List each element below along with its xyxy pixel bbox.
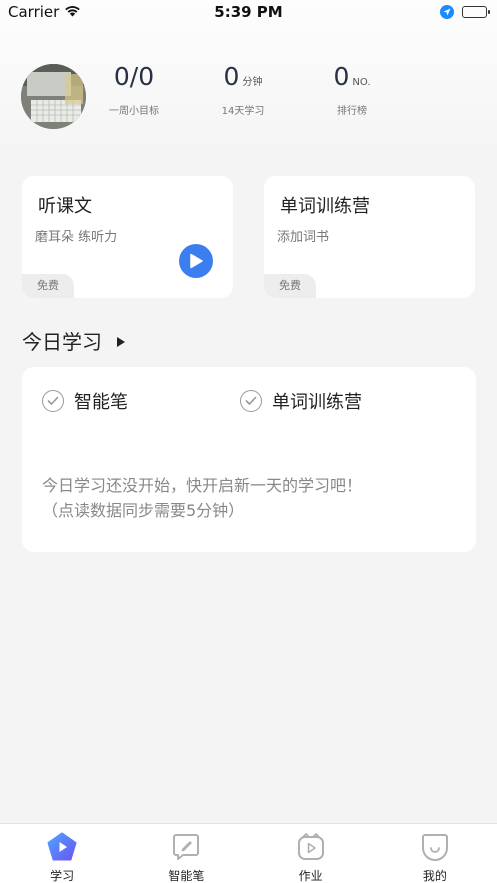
status-right-group (440, 5, 490, 19)
study-icon (47, 832, 77, 862)
study-minutes-unit: 分钟 (242, 77, 263, 88)
status-time: 5:39 PM (214, 3, 283, 21)
study-minutes-value: 0 (223, 62, 240, 91)
listen-text-card[interactable]: 听课文 磨耳朵 练听力 免费 (22, 176, 233, 298)
location-icon (440, 5, 454, 19)
tab-study[interactable]: 学习 (0, 824, 124, 883)
ranking-label: 排行榜 (337, 106, 367, 117)
card-subtitle: 磨耳朵 练听力 (35, 230, 118, 245)
tab-profile[interactable]: 我的 (373, 824, 497, 883)
today-empty-message-line2: （点读数据同步需要5分钟） (42, 501, 245, 520)
today-item-smart-pen[interactable]: 智能笔 (42, 388, 128, 414)
weekly-goal-stat[interactable]: 0/0 一周小目标 (104, 62, 164, 117)
today-item-word-camp[interactable]: 单词训练营 (240, 388, 362, 414)
check-circle-icon (240, 390, 262, 412)
tab-label: 作业 (298, 869, 323, 883)
homework-icon (296, 832, 326, 862)
tab-label: 智能笔 (168, 869, 205, 883)
today-study-header[interactable]: 今日学习 (22, 326, 126, 355)
today-empty-message-line1: 今日学习还没开始，快开启新一天的学习吧！ (42, 476, 363, 495)
battery-icon (462, 6, 490, 18)
word-camp-card[interactable]: 单词训练营 添加词书 免费 (264, 176, 475, 298)
ranking-value: 0 (333, 62, 350, 91)
tab-homework[interactable]: 作业 (249, 824, 373, 883)
card-title: 单词训练营 (280, 196, 370, 217)
study-minutes-label: 14天学习 (221, 106, 265, 117)
avatar-photo (21, 64, 86, 129)
ranking-stat[interactable]: 0 NO. 排行榜 (322, 62, 382, 117)
free-badge: 免费 (22, 274, 74, 298)
profile-icon (420, 832, 450, 862)
card-title: 听课文 (38, 196, 92, 217)
avatar[interactable] (21, 64, 86, 129)
today-study-title: 今日学习 (22, 330, 102, 354)
today-item-label: 智能笔 (74, 392, 128, 413)
today-empty-message: 今日学习还没开始，快开启新一天的学习吧！ （点读数据同步需要5分钟） (42, 473, 462, 523)
study-home-screen: Carrier 5:39 PM 0/0 一周小目标 0 分钟 14天学习 0 N… (0, 0, 497, 883)
pen-icon (171, 832, 201, 862)
status-bar: Carrier 5:39 PM (0, 0, 497, 26)
play-icon (190, 253, 203, 269)
check-circle-icon (42, 390, 64, 412)
study-minutes-stat[interactable]: 0 分钟 14天学习 (213, 62, 273, 117)
ranking-unit: NO. (352, 77, 371, 88)
card-subtitle: 添加词书 (277, 230, 330, 245)
today-item-label: 单词训练营 (272, 392, 362, 413)
tab-bar: 学习 智能笔 作业 我的 (0, 823, 497, 883)
triangle-right-icon (116, 329, 126, 353)
tab-label: 我的 (422, 869, 447, 883)
tab-smart-pen[interactable]: 智能笔 (124, 824, 248, 883)
weekly-goal-value: 0/0 (113, 62, 155, 91)
play-button[interactable] (179, 244, 213, 278)
free-badge: 免费 (264, 274, 316, 298)
today-study-card: 智能笔 单词训练营 今日学习还没开始，快开启新一天的学习吧！ （点读数据同步需要… (22, 367, 476, 552)
tab-label: 学习 (50, 869, 75, 883)
weekly-goal-label: 一周小目标 (109, 106, 159, 117)
